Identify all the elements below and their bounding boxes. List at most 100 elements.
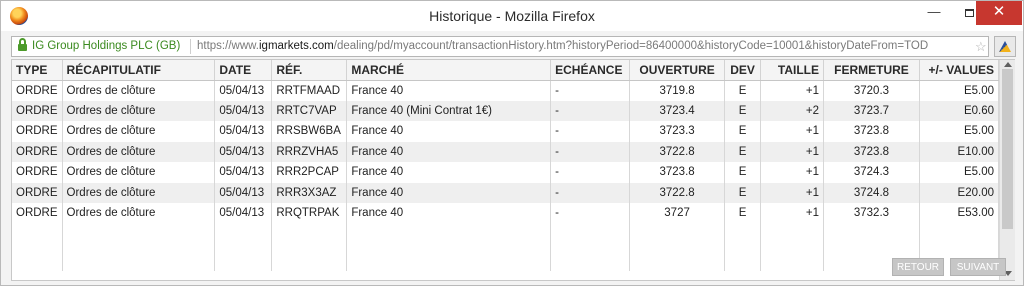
site-identity[interactable]: IG Group Holdings PLC (GB)	[32, 37, 180, 56]
minimize-button[interactable]: —	[917, 1, 951, 25]
cell-currency: E	[724, 162, 762, 183]
lock-icon	[18, 38, 27, 51]
cell-size: +1	[760, 162, 824, 183]
cell-open: 3719.8	[629, 80, 726, 101]
table-row[interactable]: ORDRE Ordres de clôture 05/04/13 RRTC7VA…	[12, 100, 1000, 121]
cell-recap: Ordres de clôture	[62, 162, 216, 183]
cell-ref: RRTFMAAD	[271, 80, 348, 101]
cell-recap: Ordres de clôture	[62, 121, 216, 142]
scroll-up-arrow-icon[interactable]	[1004, 62, 1012, 67]
table-row[interactable]: ORDRE Ordres de clôture 05/04/13 RRTFMAA…	[12, 80, 1000, 101]
table-row[interactable]: ORDRE Ordres de clôture 05/04/13 RRQTRPA…	[12, 203, 1000, 224]
history-panel: TYPE RÉCAPITULATIF DATE RÉF. MARCHÉ ECHÉ…	[11, 59, 1015, 281]
transaction-table: TYPE RÉCAPITULATIF DATE RÉF. MARCHÉ ECHÉ…	[12, 60, 1000, 271]
suivant-button[interactable]: SUIVANT	[950, 258, 1006, 276]
cell-size: +1	[760, 203, 824, 224]
cell-close: 3724.3	[823, 162, 920, 183]
cell-pnl: E0.60	[919, 100, 1000, 121]
col-header-pnl[interactable]: +/- VALUES	[919, 60, 1000, 81]
window-title: Historique - Mozilla Firefox	[429, 8, 595, 24]
cell-open: 3723.4	[629, 100, 726, 121]
cell-type: ORDRE	[12, 100, 63, 121]
cell-pnl: E5.00	[919, 80, 1000, 101]
cell-close: 3732.3	[823, 203, 920, 224]
cell-size: +1	[760, 182, 824, 203]
cell-recap: Ordres de clôture	[62, 182, 216, 203]
cell-recap: Ordres de clôture	[62, 80, 216, 101]
url-path: /dealing/pd/myaccount/transactionHistory…	[333, 40, 929, 52]
cell-pnl: E5.00	[919, 121, 1000, 142]
url-domain: igmarkets.com	[259, 40, 334, 52]
col-header-type[interactable]: TYPE	[12, 60, 63, 81]
cell-pnl: E53.00	[919, 203, 1000, 224]
cell-expiry: -	[550, 100, 631, 121]
table-row[interactable]: ORDRE Ordres de clôture 05/04/13 RRSBW6B…	[12, 121, 1000, 142]
cell-market: France 40	[346, 80, 552, 101]
cell-type: ORDRE	[12, 203, 63, 224]
maximize-icon	[964, 9, 974, 17]
cell-ref: RRSBW6BA	[271, 121, 348, 142]
table-row[interactable]: ORDRE Ordres de clôture 05/04/13 RRRZVHA…	[12, 141, 1000, 162]
cell-date: 05/04/13	[214, 80, 273, 101]
cell-open: 3722.8	[629, 182, 726, 203]
address-bar[interactable]: IG Group Holdings PLC (GB) https://www.i…	[11, 36, 989, 57]
col-header-open[interactable]: OUVERTURE	[629, 60, 726, 81]
retour-button[interactable]: RETOUR	[892, 258, 944, 276]
bookmark-star-icon[interactable]: ☆	[975, 37, 987, 56]
cell-market: France 40	[346, 162, 552, 183]
cell-currency: E	[724, 203, 762, 224]
url-prefix: https://www.	[197, 40, 259, 52]
cell-expiry: -	[550, 162, 631, 183]
table-row[interactable]: ORDRE Ordres de clôture 05/04/13 RRR3X3A…	[12, 182, 1000, 203]
cell-pnl: E10.00	[919, 141, 1000, 162]
cell-type: ORDRE	[12, 182, 63, 203]
cell-currency: E	[724, 182, 762, 203]
cell-date: 05/04/13	[214, 162, 273, 183]
cell-type: ORDRE	[12, 121, 63, 142]
col-header-expiry[interactable]: ECHÉANCE	[550, 60, 631, 81]
cell-pnl: E20.00	[919, 182, 1000, 203]
cell-market: France 40 (Mini Contrat 1€)	[346, 100, 552, 121]
cell-recap: Ordres de clôture	[62, 141, 216, 162]
cell-size: +1	[760, 121, 824, 142]
cell-date: 05/04/13	[214, 182, 273, 203]
cell-ref: RRR2PCAP	[271, 162, 348, 183]
cell-ref: RRR3X3AZ	[271, 182, 348, 203]
col-header-size[interactable]: TAILLE	[760, 60, 824, 81]
table-row[interactable]: ORDRE Ordres de clôture 05/04/13 RRR2PCA…	[12, 162, 1000, 183]
cell-date: 05/04/13	[214, 203, 273, 224]
vertical-scrollbar[interactable]	[999, 60, 1015, 280]
col-header-ref[interactable]: RÉF.	[271, 60, 348, 81]
cell-size: +1	[760, 80, 824, 101]
cell-recap: Ordres de clôture	[62, 100, 216, 121]
cell-close: 3724.8	[823, 182, 920, 203]
cell-recap: Ordres de clôture	[62, 203, 216, 224]
col-header-close[interactable]: FERMETURE	[823, 60, 920, 81]
cell-date: 05/04/13	[214, 141, 273, 162]
close-button[interactable]: ✕	[976, 1, 1022, 25]
cell-market: France 40	[346, 141, 552, 162]
cell-type: ORDRE	[12, 162, 63, 183]
cell-open: 3727	[629, 203, 726, 224]
cell-expiry: -	[550, 203, 631, 224]
cell-date: 05/04/13	[214, 100, 273, 121]
cell-expiry: -	[550, 121, 631, 142]
col-header-date[interactable]: DATE	[214, 60, 273, 81]
cell-currency: E	[724, 100, 762, 121]
cell-open: 3723.3	[629, 121, 726, 142]
col-header-market[interactable]: MARCHÉ	[346, 60, 552, 81]
cell-type: ORDRE	[12, 141, 63, 162]
cell-expiry: -	[550, 182, 631, 203]
col-header-recap[interactable]: RÉCAPITULATIF	[62, 60, 216, 81]
cell-close: 3720.3	[823, 80, 920, 101]
col-header-currency[interactable]: DEV	[724, 60, 762, 81]
scrollbar-thumb[interactable]	[1002, 69, 1013, 229]
cell-market: France 40	[346, 203, 552, 224]
cell-ref: RRRZVHA5	[271, 141, 348, 162]
url-text[interactable]: https://www.igmarkets.com/dealing/pd/mya…	[197, 37, 972, 56]
extension-button[interactable]	[994, 36, 1016, 57]
cell-market: France 40	[346, 121, 552, 142]
table-empty-area	[12, 223, 1000, 271]
cell-expiry: -	[550, 141, 631, 162]
table-header: TYPE RÉCAPITULATIF DATE RÉF. MARCHÉ ECHÉ…	[12, 60, 1000, 81]
